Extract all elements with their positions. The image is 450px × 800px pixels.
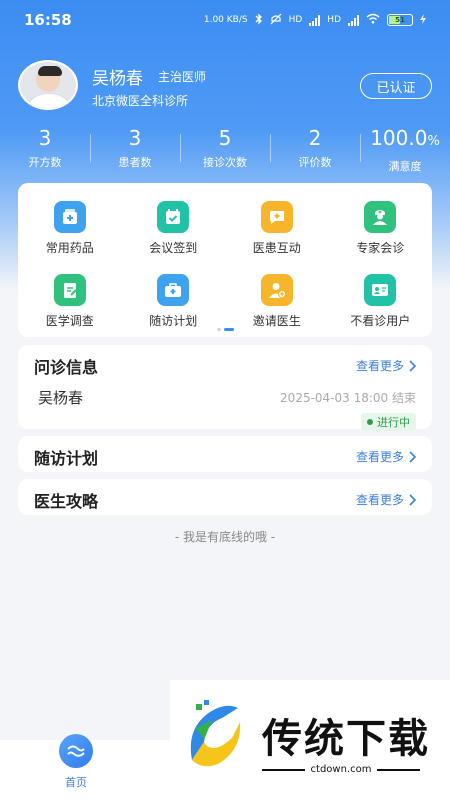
invite-user-icon — [260, 274, 293, 306]
status-text: 进行中 — [377, 416, 410, 429]
grid-item-label: 会议签到 — [149, 241, 198, 255]
watermark-url-row: ctdown.com — [262, 764, 420, 775]
grid-item-non-consult-users[interactable]: 不看诊用户 — [329, 274, 433, 329]
battery-level: 51 — [395, 16, 405, 24]
stat-label: 接诊次数 — [203, 156, 247, 169]
tab-label: 首页 — [65, 776, 87, 789]
feature-grid: 常用药品 会议签到 医患互动 专家会诊 医学调查 随访计划 邀请医生 不看诊用户 — [18, 201, 432, 329]
view-more-link[interactable]: 查看更多 — [356, 491, 416, 508]
followup-plan-card[interactable]: 随访计划 查看更多 — [18, 436, 432, 472]
chat-plus-icon — [260, 201, 293, 233]
first-aid-kit-icon — [157, 274, 190, 306]
view-more-link[interactable]: 查看更多 — [356, 448, 416, 465]
signal-label-1: HD — [288, 15, 303, 25]
view-more-label: 查看更多 — [355, 359, 404, 373]
doctor-title: 主治医师 — [158, 70, 207, 84]
grid-item-label: 医学调查 — [45, 314, 94, 328]
stat-satisfaction[interactable]: 100.0% 满意度 — [360, 124, 450, 174]
charging-icon — [420, 13, 426, 27]
wifi-icon — [366, 13, 380, 27]
doctor-clinic: 北京微医全科诊所 — [92, 94, 189, 108]
grid-item-common-medicine[interactable]: 常用药品 — [18, 201, 122, 256]
grid-item-label: 常用药品 — [45, 241, 94, 255]
view-more-label: 查看更多 — [355, 493, 404, 507]
verified-badge[interactable]: 已认证 — [360, 73, 432, 99]
grid-item-followup-plan[interactable]: 随访计划 — [122, 274, 226, 329]
grid-item-expert-consult[interactable]: 专家会诊 — [329, 201, 433, 256]
status-bar: 16:58 1.00 KB/S HD HD 51 — [0, 0, 450, 40]
grid-item-invite-doctor[interactable]: 邀请医生 — [225, 274, 329, 329]
consult-patient-name[interactable]: 吴杨春 — [38, 387, 83, 408]
chevron-right-icon — [409, 450, 416, 463]
tab-home[interactable]: 首页 — [48, 734, 104, 800]
signal-label-2: HD — [327, 15, 341, 25]
calendar-check-icon — [157, 201, 190, 233]
doctor-profile: 吴杨春 主治医师 北京微医全科诊所 已认证 — [18, 60, 432, 116]
user-card-icon — [364, 274, 397, 306]
stat-reviews[interactable]: 2 评价数 — [270, 124, 360, 174]
avatar[interactable] — [18, 60, 78, 110]
grid-item-label: 不看诊用户 — [350, 314, 411, 328]
stats-row: 3 开方数 3 患者数 5 接诊次数 2 评价数 100.0% 满意度 — [0, 124, 450, 174]
grid-item-label: 邀请医生 — [252, 314, 301, 328]
stat-value: 3 — [38, 126, 52, 150]
stat-value: 5 — [218, 126, 232, 150]
watermark-url: ctdown.com — [310, 764, 372, 775]
chevron-right-icon — [409, 359, 416, 372]
stat-patients[interactable]: 3 患者数 — [90, 124, 180, 174]
grid-item-meeting-checkin[interactable]: 会议签到 — [122, 201, 226, 256]
page-dot — [216, 328, 221, 331]
feature-grid-card: 常用药品 会议签到 医患互动 专家会诊 医学调查 随访计划 邀请医生 不看诊用户 — [18, 183, 432, 337]
stat-number: 100.0 — [370, 126, 428, 150]
stat-label: 满意度 — [388, 160, 422, 173]
watermark-title: 传统下载 — [262, 716, 430, 762]
status-icons: 1.00 KB/S HD HD 51 — [203, 12, 426, 28]
page-dot-active — [223, 328, 234, 331]
doctor-name: 吴杨春 — [92, 69, 143, 89]
net-speed: 1.00 KB/S — [203, 15, 248, 25]
watermark-overlay: 传统下载 ctdown.com — [170, 680, 450, 800]
mute-icon — [270, 13, 282, 28]
consult-info-card: 问诊信息 查看更多 吴杨春 2025-04-03 18:00 结束 进行中 — [18, 345, 432, 431]
grid-item-label: 医患互动 — [252, 241, 301, 255]
consult-time: 2025-04-03 18:00 结束 — [280, 391, 416, 405]
end-of-list-text: - 我是有底线的哦 - — [174, 530, 276, 544]
grid-item-label: 随访计划 — [149, 314, 198, 328]
stat-consultations[interactable]: 5 接诊次数 — [180, 124, 270, 174]
status-dot-icon — [367, 419, 373, 425]
card-title: 随访计划 — [34, 449, 99, 468]
status-time: 16:58 — [24, 11, 72, 29]
grid-item-doctor-patient[interactable]: 医患互动 — [225, 201, 329, 256]
stat-value: 3 — [128, 126, 142, 150]
doctor-guide-card[interactable]: 医生攻略 查看更多 — [18, 479, 432, 515]
chevron-right-icon — [409, 493, 416, 506]
medicine-box-icon — [53, 201, 86, 233]
page-indicator — [18, 328, 432, 331]
view-more-link[interactable]: 查看更多 — [356, 357, 416, 374]
watermark-logo-icon — [190, 700, 241, 767]
stat-value: 100.0% — [360, 124, 450, 156]
grid-item-label: 专家会诊 — [356, 241, 405, 255]
stat-label: 开方数 — [28, 156, 62, 169]
signal-bars-icon — [348, 14, 359, 26]
nurse-icon — [364, 201, 397, 233]
view-more-label: 查看更多 — [355, 450, 404, 464]
clipboard-edit-icon — [53, 274, 86, 306]
card-title: 医生攻略 — [34, 492, 99, 511]
signal-bars-icon — [309, 14, 321, 26]
battery-icon: 51 — [387, 14, 413, 26]
stat-unit: % — [427, 134, 440, 149]
stat-value: 2 — [308, 126, 322, 150]
status-badge: 进行中 — [361, 413, 416, 431]
card-title: 问诊信息 — [34, 358, 99, 377]
bluetooth-icon — [255, 12, 263, 28]
grid-item-medical-survey[interactable]: 医学调查 — [18, 274, 122, 329]
stat-label: 患者数 — [118, 156, 152, 169]
stat-label: 评价数 — [298, 156, 332, 169]
home-icon — [59, 734, 93, 768]
stat-prescriptions[interactable]: 3 开方数 — [0, 124, 90, 174]
